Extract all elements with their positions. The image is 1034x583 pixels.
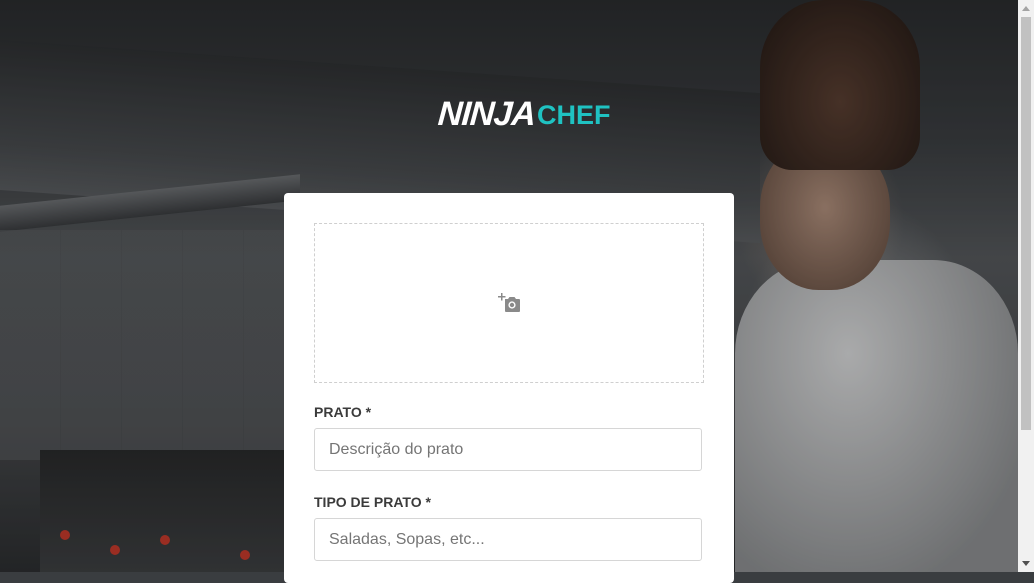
scrollbar-thumb[interactable] xyxy=(1021,17,1031,430)
ninjachef-logo: NINJA CHEF xyxy=(436,88,611,134)
dish-type-label: TIPO DE PRATO * xyxy=(314,494,431,510)
dish-name-label: PRATO * xyxy=(314,404,372,420)
logo-chef-text: CHEF xyxy=(537,100,611,130)
logo-ninja-text: NINJA xyxy=(436,95,537,133)
scroll-up-arrow-icon[interactable] xyxy=(1022,6,1030,11)
dish-name-input[interactable] xyxy=(314,428,702,471)
scroll-down-arrow-icon[interactable] xyxy=(1022,561,1030,566)
add-photo-icon xyxy=(498,293,520,312)
dish-form-card: PRATO * TIPO DE PRATO * xyxy=(284,193,734,583)
thumbnail-upload-area[interactable] xyxy=(314,223,704,383)
page-scrollbar[interactable] xyxy=(1018,0,1034,572)
dish-type-input[interactable] xyxy=(314,518,702,561)
